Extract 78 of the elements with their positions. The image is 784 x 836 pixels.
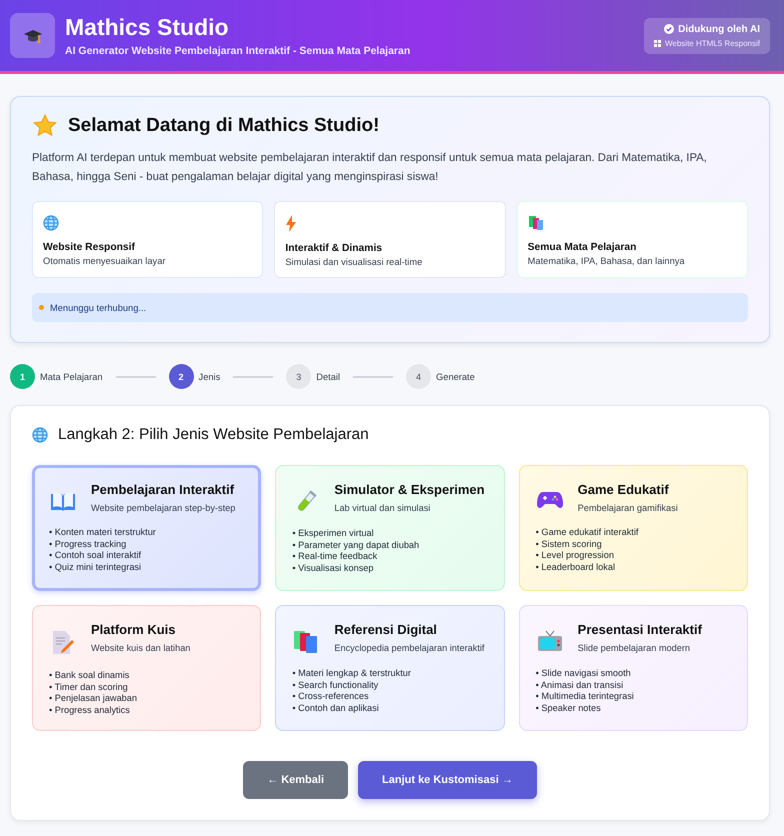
welcome-description: Platform AI terdepan untuk membuat website pembelajaran interaktif dan responsif untuk semua mata pelajaran. Dari Matematika, IPA, Bahasa, hingga Seni - buat pengalaman belajar digital yang menginspirasi siswa!: [32, 151, 708, 185]
badge-subtitle: Website HTML5 Responsif: [665, 38, 760, 48]
open-book-icon: [50, 490, 76, 512]
feature-item: • Eksperimen virtual: [292, 528, 375, 538]
grid-icon: [654, 40, 661, 46]
feature-item: • Real-time feedback: [292, 551, 378, 561]
feature-title: Interaktif & Dinamis: [285, 243, 382, 254]
feature-item: • Konten materi terstruktur: [49, 527, 157, 537]
feature-item: • Progress tracking: [49, 538, 128, 548]
feature-description: Otomatis menyesuaikan layar: [43, 256, 166, 266]
step-label: Generate: [436, 372, 475, 382]
website-type-card[interactable]: Simulator & Eksperimen Lab virtual dan simulasi • Eksperimen virtual • Parameter yang dapat diubah • Real-time feedback • Visualisasi konsep: [275, 465, 505, 591]
star-icon: [32, 113, 58, 139]
type-title: Pembelajaran Interaktif: [91, 482, 236, 497]
feature-item: • Multimedia terintegrasi: [536, 691, 635, 701]
status-text: Menunggu terhubung...: [50, 302, 146, 312]
memo-pencil-icon: [51, 630, 75, 656]
website-type-card[interactable]: Pembelajaran Interaktif Website pembelajaran step-by-step • Konten materi terstruktur • Progress tracking • Contoh soal interaktif • Quiz mini terintegrasi: [32, 465, 262, 591]
feature-description: Matematika, IPA, Bahasa, dan lainnya: [528, 256, 685, 266]
feature-item: • Penjelasan jawaban: [49, 693, 138, 703]
feature-item: • Game edukatif interaktif: [536, 527, 640, 537]
feature-item: • Contoh dan aplikasi: [292, 702, 380, 712]
feature-item: • Parameter yang dapat diubah: [292, 540, 420, 550]
type-title: Game Edukatif: [578, 482, 670, 497]
feature-item: • Sistem scoring: [536, 538, 603, 548]
type-subtitle: Lab virtual dan simulasi: [334, 503, 432, 513]
feature-item: • Animasi dan transisi: [536, 680, 624, 690]
type-subtitle: Encyclopedia pembelajaran interaktif: [334, 643, 484, 653]
type-title: Simulator & Eksperimen: [334, 482, 485, 497]
feature-item: • Slide navigasi smooth: [536, 668, 632, 678]
feature-item: • Quiz mini terintegrasi: [49, 562, 142, 572]
website-type-card[interactable]: Platform Kuis Website kuis dan latihan • Bank soal dinamis • Timer dan scoring • Penjelasan jawaban • Progress analytics: [32, 605, 262, 731]
type-title: Referensi Digital: [334, 622, 438, 637]
website-type-card[interactable]: Referensi Digital Encyclopedia pembelajaran interaktif • Materi lengkap & terstruktur • Search functionality • Cross-references • Contoh dan aplikasi: [275, 605, 505, 731]
feature-title: Semua Mata Pelajaran: [528, 242, 636, 253]
gamepad-icon: [536, 490, 563, 510]
step-label: Detail: [316, 372, 340, 382]
type-subtitle: Slide pembelajaran modern: [578, 643, 692, 653]
television-icon: [536, 630, 563, 654]
next-button[interactable]: Lanjut ke Kustomisasi →: [358, 761, 537, 799]
type-subtitle: Website kuis dan latihan: [91, 643, 190, 653]
welcome-title: Selamat Datang di Mathics Studio!: [68, 115, 380, 137]
section-title: Langkah 2: Pilih Jenis Website Pembelajaran: [58, 426, 369, 444]
feature-item: • Search functionality: [292, 680, 380, 690]
feature-item: • Leaderboard lokal: [536, 562, 616, 572]
step-number: 3: [286, 364, 312, 389]
feature-item: • Speaker notes: [536, 702, 602, 712]
type-title: Platform Kuis: [91, 622, 177, 637]
feature-item: • Visualisasi konsep: [292, 562, 375, 572]
step-label: Mata Pelajaran: [40, 372, 103, 382]
feature-item: • Bank soal dinamis: [49, 670, 130, 680]
website-type-card[interactable]: Presentasi Interaktif Slide pembelajaran modern • Slide navigasi smooth • Animasi dan transisi • Multimedia terintegrasi • Speaker notes: [518, 605, 748, 731]
feature-item: • Progress analytics: [49, 704, 131, 714]
feature-item: • Cross-references: [292, 691, 370, 701]
step-number: 4: [406, 364, 432, 389]
globe-icon: [32, 427, 48, 443]
check-icon: [664, 24, 674, 34]
feature-title: Website Responsif: [43, 242, 135, 253]
lightning-icon: [285, 215, 298, 232]
feature-item: • Timer dan scoring: [49, 682, 129, 692]
feature-item: • Level progression: [536, 550, 615, 560]
type-title: Presentasi Interaktif: [578, 622, 702, 637]
app-subtitle: AI Generator Website Pembelajaran Interaktif - Semua Mata Pelajaran: [65, 45, 412, 57]
step-label: Jenis: [198, 372, 220, 382]
feature-item: • Materi lengkap & terstruktur: [292, 668, 412, 678]
step-number: 2: [168, 364, 194, 389]
type-subtitle: Pembelajaran gamifikasi: [578, 503, 678, 513]
app-title: Mathics Studio: [65, 14, 230, 41]
books-icon: [528, 215, 544, 231]
type-subtitle: Website pembelajaran step-by-step: [91, 503, 236, 513]
badge-title: Didukung oleh AI: [678, 24, 760, 34]
back-button[interactable]: ← Kembali: [243, 761, 348, 799]
feature-description: Simulasi dan visualisasi real-time: [285, 257, 422, 267]
books-icon: [293, 630, 320, 654]
website-type-card[interactable]: Game Edukatif Pembelajaran gamifikasi • Game edukatif interaktif • Sistem scoring • Level progression • Leaderboard lokal: [518, 465, 748, 591]
step-number: 1: [10, 364, 35, 389]
globe-icon: [43, 215, 59, 231]
feature-item: • Contoh soal interaktif: [49, 550, 142, 560]
